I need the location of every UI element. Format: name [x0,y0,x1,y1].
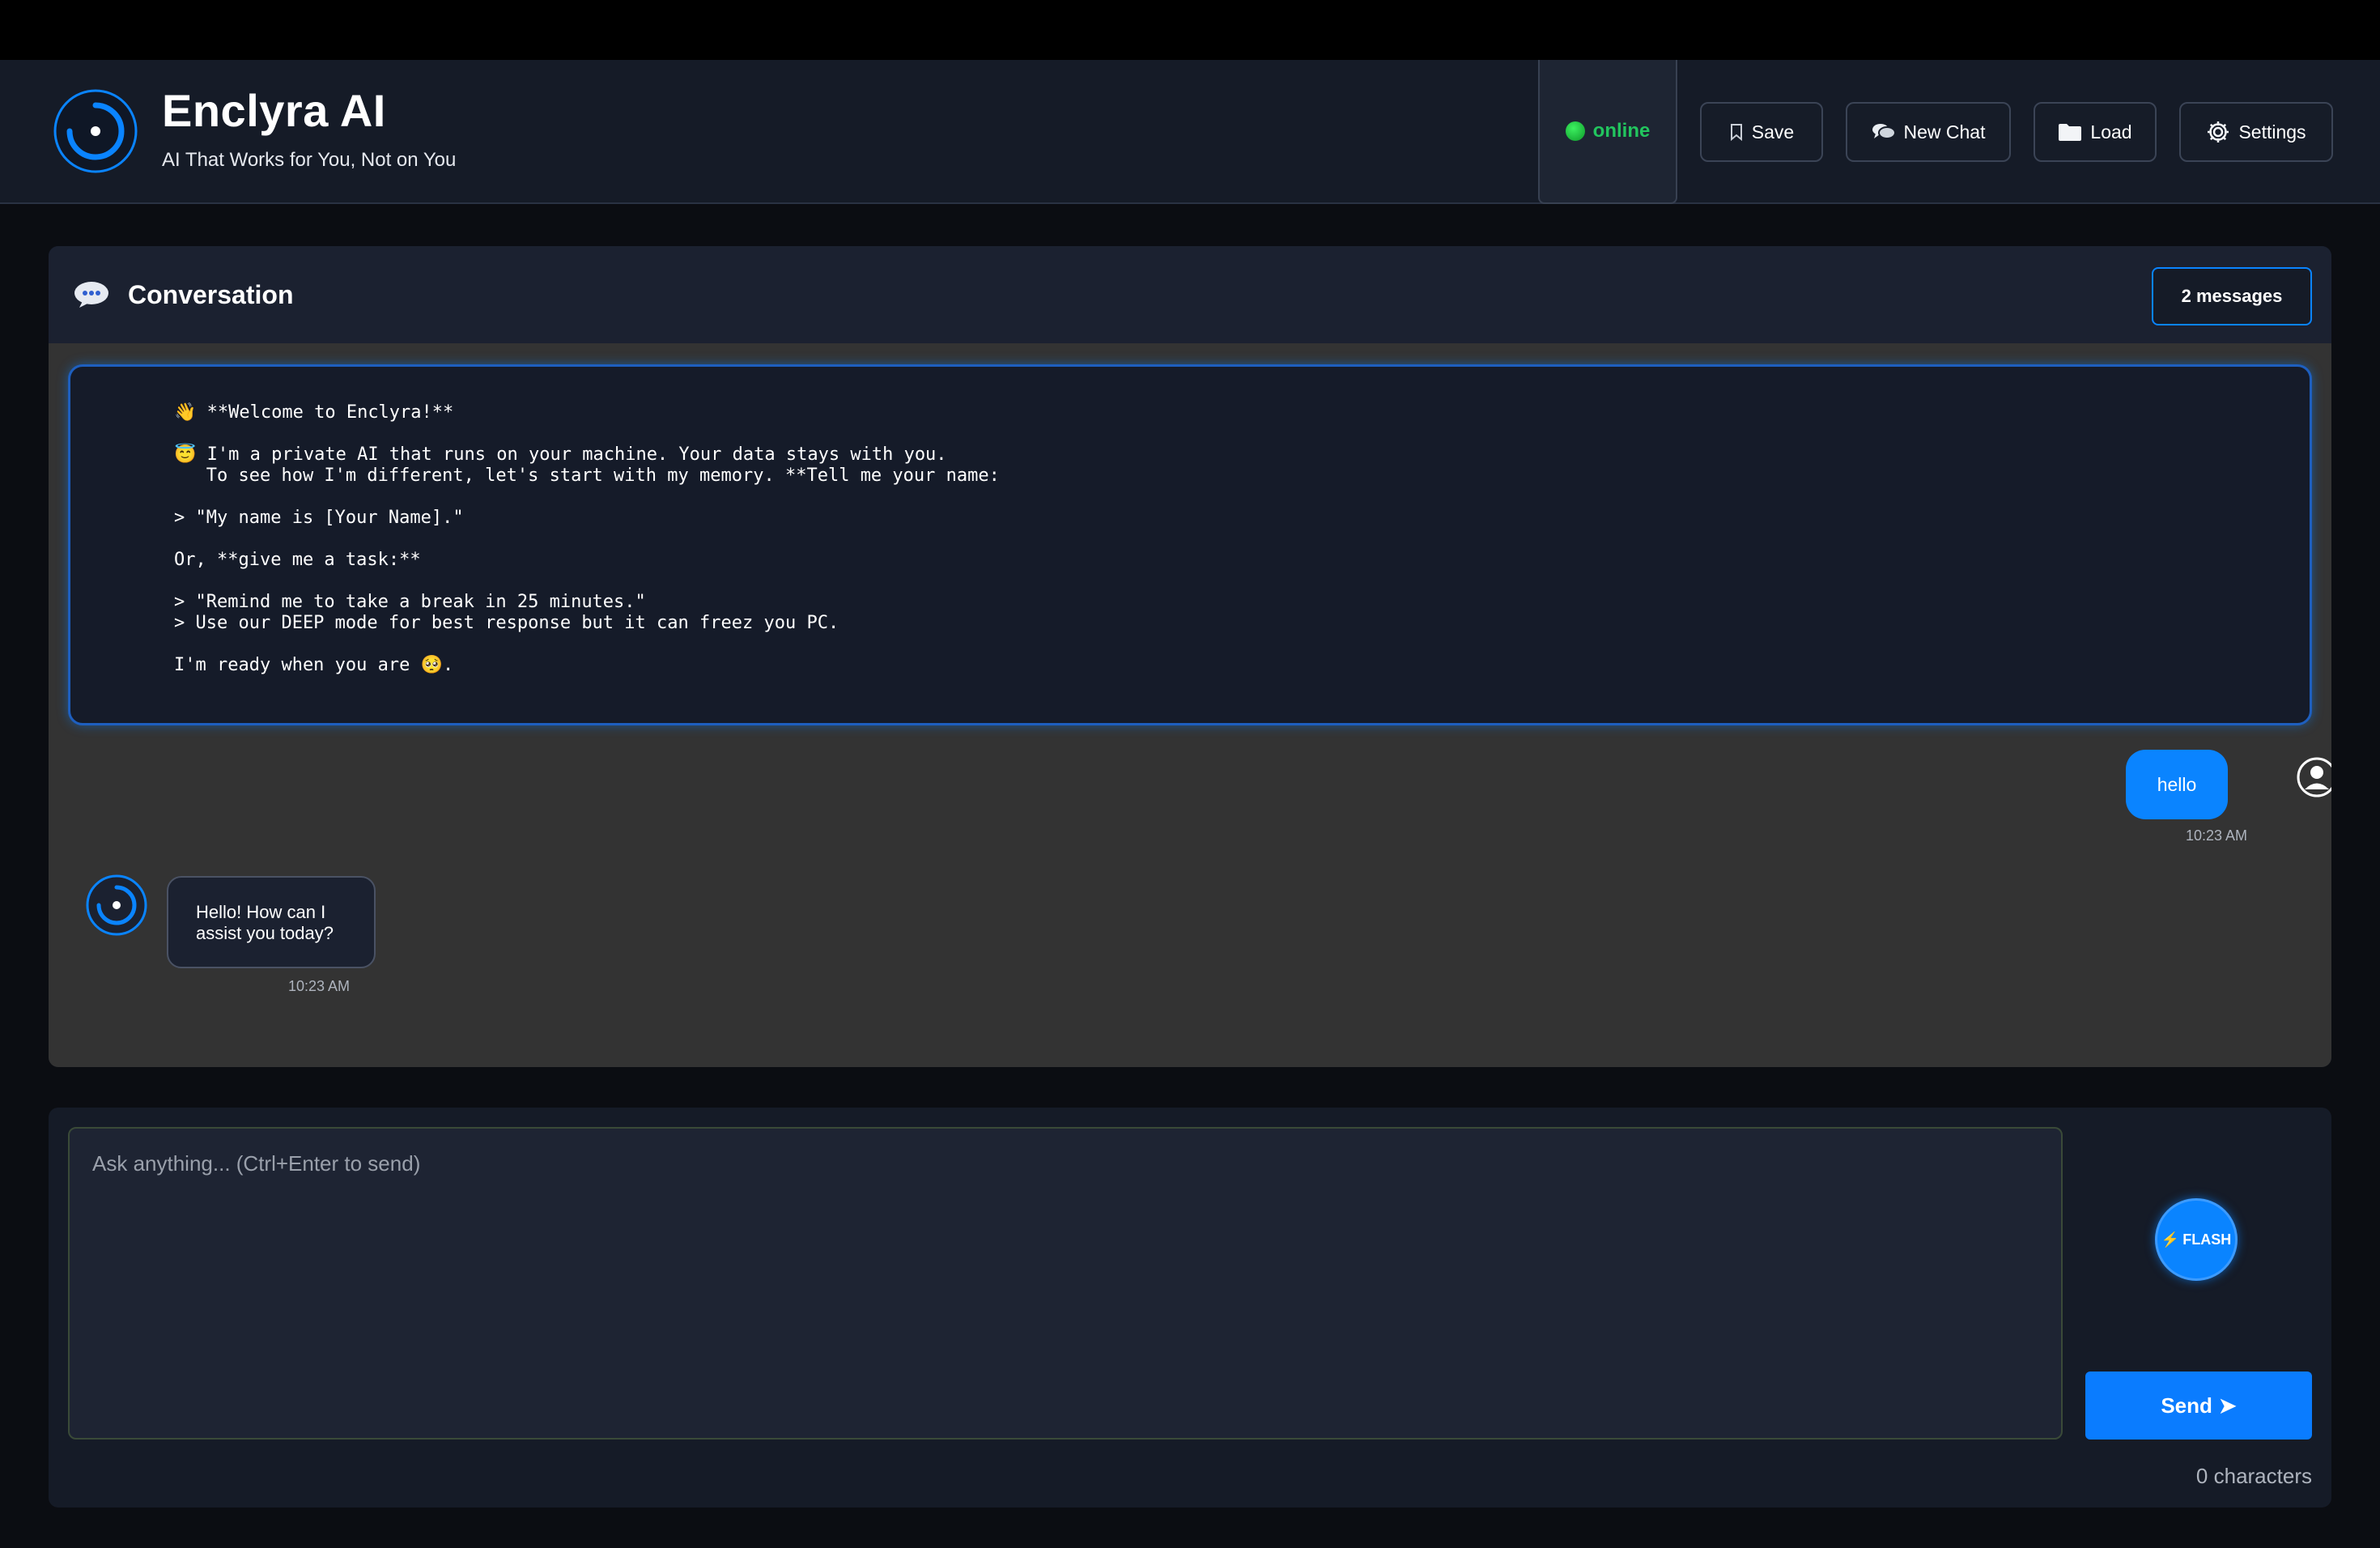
conversation-title: Conversation [128,280,294,309]
status-indicator: online [1538,60,1677,204]
new-chat-button-label: New Chat [1903,121,1986,142]
app-subtitle: AI That Works for You, Not on You [162,149,457,171]
user-message-bubble: hello [2126,750,2228,819]
save-button-label: Save [1751,121,1795,142]
user-avatar-icon [2297,757,2331,797]
assistant-message-text: Hello! How can I assist you today? [196,902,334,943]
message-count-badge: 2 messages [2152,267,2312,325]
conversation-header: Conversation 2 messages [49,246,2331,345]
bookmark-icon [1730,124,1742,141]
gear-icon [2208,121,2229,142]
assistant-message-bubble: Hello! How can I assist you today? [167,876,376,968]
settings-button[interactable]: Settings [2179,102,2333,162]
app-header: Enclyra AI AI That Works for You, Not on… [0,60,2380,204]
composer-panel: ⚡ FLASH Send ➤ 0 characters [49,1108,2331,1508]
welcome-message-text: 👋 **Welcome to Enclyra!** 😇 I'm a privat… [174,402,1000,675]
character-count: 0 characters [2195,1464,2312,1488]
user-message-text: hello [2157,773,2197,795]
speech-bubble-icon [74,282,108,308]
window-top-bar [0,0,2380,60]
message-list[interactable]: 👋 **Welcome to Enclyra!** 😇 I'm a privat… [49,343,2331,1067]
send-button[interactable]: Send ➤ [2085,1372,2312,1440]
settings-button-label: Settings [2238,121,2306,142]
message-input[interactable] [68,1127,2063,1440]
assistant-message-time: 10:23 AM [288,978,351,994]
load-button-label: Load [2090,121,2132,142]
send-button-label: Send [2161,1393,2212,1418]
new-chat-button[interactable]: New Chat [1846,102,2011,162]
lightning-icon: ⚡ [2161,1231,2180,1248]
status-dot-icon [1565,121,1585,141]
enclyra-logo-icon [53,89,138,173]
load-button[interactable]: Load [2034,102,2157,162]
assistant-avatar-icon [86,874,147,936]
save-button[interactable]: Save [1700,102,1823,162]
status-text: online [1592,120,1651,142]
conversation-panel: Conversation 2 messages 👋 **Welcome to E… [49,246,2331,1067]
welcome-message-card: 👋 **Welcome to Enclyra!** 😇 I'm a privat… [68,364,2312,725]
user-message-time: 10:23 AM [2186,827,2248,844]
flash-mode-button[interactable]: ⚡ FLASH [2155,1198,2238,1281]
chat-bubbles-icon [1872,124,1896,139]
app-title: Enclyra AI [162,85,386,136]
send-arrow-icon: ➤ [2218,1393,2237,1418]
flash-mode-label: FLASH [2182,1231,2232,1248]
folder-icon [2059,124,2082,141]
